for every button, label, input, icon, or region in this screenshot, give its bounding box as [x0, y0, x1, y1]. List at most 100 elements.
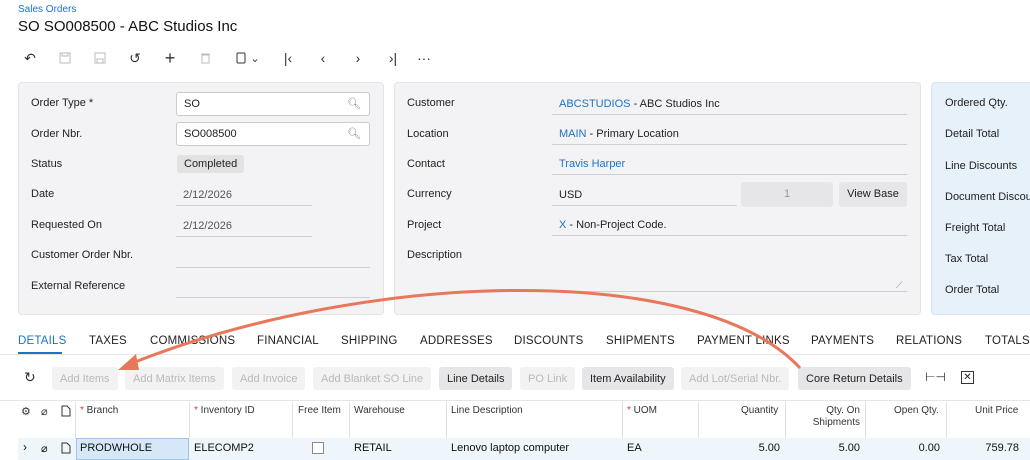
order-type-input[interactable]: SO 🔍︎ — [176, 92, 370, 116]
add-lot-serial-button[interactable]: Add Lot/Serial Nbr. — [681, 367, 790, 390]
revert-icon[interactable]: ↺ — [125, 48, 145, 68]
tab-totals[interactable]: TOTALS — [985, 335, 1030, 347]
previous-record-icon[interactable]: ‹ — [313, 48, 333, 68]
add-icon[interactable]: + — [160, 48, 180, 68]
customer-field[interactable]: ABCSTUDIOS - ABC Studios Inc — [552, 93, 907, 115]
column-header-qty-on-shipments[interactable]: Qty. On Shipments — [810, 405, 860, 429]
column-header-quantity[interactable]: Quantity — [741, 405, 778, 416]
add-items-button[interactable]: Add Items — [52, 367, 118, 390]
tab-payment-links[interactable]: PAYMENT LINKS — [697, 335, 790, 347]
cell-branch[interactable]: PRODWHOLE — [80, 442, 152, 454]
tab-details[interactable]: DETAILS — [18, 335, 66, 347]
date-field[interactable]: 2/12/2026 — [176, 184, 312, 206]
order-total-label: Order Total — [945, 284, 1000, 296]
location-name: - Primary Location — [586, 128, 679, 140]
column-header-inventory-id[interactable]: * Inventory ID — [194, 405, 255, 416]
page-title: SO SO008500 - ABC Studios Inc — [18, 18, 238, 35]
order-nbr-input[interactable]: SO008500 🔍︎ — [176, 122, 370, 146]
description-field[interactable] — [552, 270, 907, 292]
customer-link[interactable]: ABCSTUDIOS — [559, 98, 631, 110]
add-matrix-items-button[interactable]: Add Matrix Items — [125, 367, 224, 390]
date-label: Date — [31, 188, 55, 200]
tab-financial[interactable]: FINANCIAL — [257, 335, 319, 347]
order-nbr-value: SO008500 — [184, 128, 237, 140]
tab-shipping[interactable]: SHIPPING — [341, 335, 398, 347]
grid-settings-icon[interactable]: ⚙ — [21, 405, 31, 418]
search-icon[interactable]: 🔍︎ — [347, 97, 361, 110]
column-header-warehouse[interactable]: Warehouse — [354, 405, 405, 416]
fit-columns-icon[interactable]: ⊢⊣ — [925, 370, 946, 384]
export-excel-icon[interactable]: ✕ — [961, 371, 974, 384]
cell-inventory-id[interactable]: ELECOMP2 — [194, 442, 254, 454]
contact-field[interactable]: Travis Harper — [552, 153, 907, 175]
tab-discounts[interactable]: DISCOUNTS — [514, 335, 584, 347]
column-header-uom[interactable]: * UOM — [627, 405, 657, 416]
cell-qty-on-shipments: 5.00 — [838, 442, 860, 454]
attachment-icon[interactable]: ⌀ — [41, 442, 48, 455]
column-header-open-qty[interactable]: Open Qty. — [894, 405, 939, 416]
more-icon[interactable]: ··· — [414, 48, 434, 68]
delete-icon[interactable] — [195, 48, 215, 68]
location-label: Location — [407, 128, 449, 140]
cell-warehouse[interactable]: RETAIL — [354, 442, 392, 454]
customer-order-field[interactable] — [176, 246, 370, 268]
cell-unit-price[interactable]: 759.78 — [947, 442, 1019, 454]
first-record-icon[interactable]: |‹ — [278, 48, 298, 68]
tab-relations[interactable]: RELATIONS — [896, 335, 962, 347]
column-header-free-item[interactable]: Free Item — [298, 405, 341, 416]
project-field[interactable]: X - Non-Project Code. — [552, 214, 907, 236]
currency-field[interactable]: USD — [552, 184, 737, 206]
next-record-icon[interactable]: › — [348, 48, 368, 68]
breadcrumb[interactable]: Sales Orders — [18, 4, 76, 15]
external-ref-field[interactable] — [176, 276, 370, 298]
ordered-qty-label: Ordered Qty. — [945, 97, 1008, 109]
order-nbr-label: Order Nbr. — [31, 128, 83, 140]
order-type-label: Order Type * — [31, 97, 94, 109]
resize-handle-icon[interactable]: ⟋ — [896, 280, 902, 291]
freight-total-label: Freight Total — [945, 222, 1006, 234]
status-label: Status — [31, 158, 63, 170]
project-name: - Non-Project Code. — [566, 219, 667, 231]
location-link[interactable]: MAIN — [559, 128, 587, 140]
project-label: Project — [407, 219, 442, 231]
customer-order-label: Customer Order Nbr. — [31, 249, 134, 261]
add-invoice-button[interactable]: Add Invoice — [232, 367, 306, 390]
core-return-details-button[interactable]: Core Return Details — [798, 367, 911, 390]
column-header-line-description[interactable]: Line Description — [451, 405, 523, 416]
refresh-icon[interactable]: ↻ — [24, 369, 36, 386]
expand-row-icon[interactable]: › — [23, 440, 27, 454]
po-link-button[interactable]: PO Link — [520, 367, 576, 390]
view-base-button[interactable]: View Base — [839, 182, 907, 207]
note-icon[interactable] — [61, 442, 71, 457]
line-details-button[interactable]: Line Details — [439, 367, 513, 390]
item-availability-button[interactable]: Item Availability — [582, 367, 674, 390]
notes-header-icon — [61, 405, 71, 420]
cell-uom[interactable]: EA — [627, 442, 642, 454]
column-header-unit-price[interactable]: Unit Price — [975, 405, 1018, 416]
undo-icon[interactable]: ↶ — [20, 48, 40, 68]
tab-taxes[interactable]: TAXES — [89, 335, 127, 347]
cell-line-description[interactable]: Lenovo laptop computer — [451, 442, 569, 454]
tab-shipments[interactable]: SHIPMENTS — [606, 335, 675, 347]
tab-commissions[interactable]: COMMISSIONS — [150, 335, 235, 347]
column-header-branch[interactable]: * Branch — [80, 405, 118, 416]
free-item-checkbox[interactable] — [312, 442, 324, 454]
tab-payments[interactable]: PAYMENTS — [811, 335, 874, 347]
save-close-icon[interactable] — [55, 48, 75, 68]
location-field[interactable]: MAIN - Primary Location — [552, 123, 907, 145]
last-record-icon[interactable]: ›| — [383, 48, 403, 68]
contact-link[interactable]: Travis Harper — [559, 158, 625, 170]
grid-header-top-border — [0, 400, 1030, 401]
line-discounts-label: Line Discounts — [945, 160, 1018, 172]
copy-paste-icon[interactable]: ⌄ — [232, 48, 264, 68]
save-icon[interactable] — [90, 48, 110, 68]
tab-addresses[interactable]: ADDRESSES — [420, 335, 493, 347]
requested-on-field[interactable]: 2/12/2026 — [176, 215, 312, 237]
tabs-divider — [0, 354, 1030, 355]
cell-quantity[interactable]: 5.00 — [700, 442, 780, 454]
currency-rate-field: 1 — [741, 182, 833, 207]
search-icon[interactable]: 🔍︎ — [347, 127, 361, 140]
contact-label: Contact — [407, 158, 445, 170]
description-label: Description — [407, 249, 463, 261]
add-blanket-so-line-button[interactable]: Add Blanket SO Line — [313, 367, 432, 390]
